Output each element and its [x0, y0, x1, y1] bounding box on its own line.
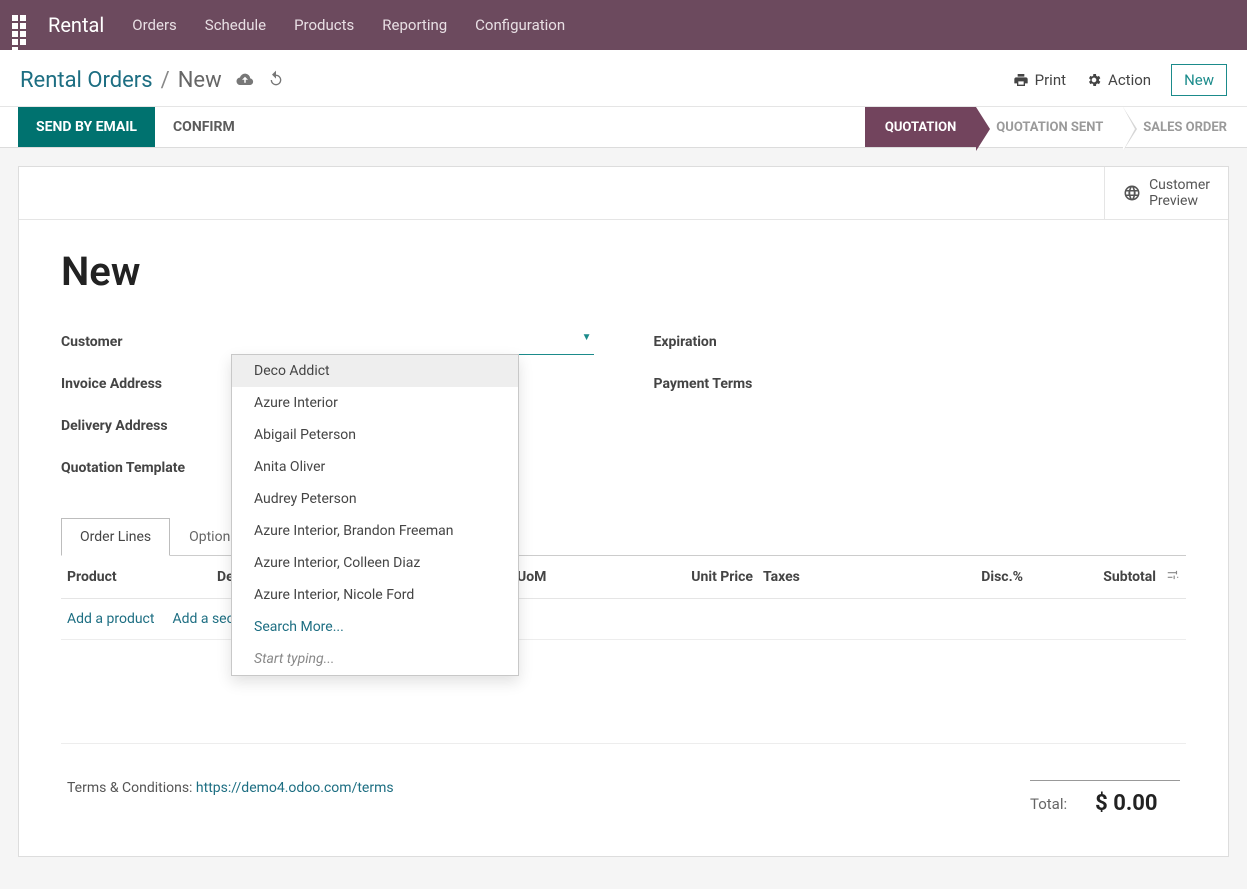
terms-link[interactable]: https://demo4.odoo.com/terms — [196, 780, 394, 796]
printer-icon — [1013, 72, 1029, 88]
customer-dropdown: Deco Addict Azure Interior Abigail Peter… — [231, 354, 519, 676]
status-step-sales-order[interactable]: SALES ORDER — [1123, 107, 1247, 147]
th-subtotal: Subtotal — [1023, 569, 1156, 585]
status-bar: SEND BY EMAIL CONFIRM QUOTATION QUOTATIO… — [0, 106, 1247, 148]
page-title: New — [61, 248, 1186, 295]
order-lines-header: Product Description UoM Unit Price Taxes… — [61, 556, 1186, 599]
terms-and-conditions: Terms & Conditions: https://demo4.odoo.c… — [67, 780, 394, 796]
menu-item-configuration[interactable]: Configuration — [475, 16, 565, 34]
header-actions: Print Action New — [1013, 64, 1227, 96]
tabs: Order Lines Optional Products Other Info — [61, 517, 1186, 556]
total-label: Total: — [1030, 795, 1067, 813]
action-button[interactable]: Action — [1086, 71, 1151, 89]
quotation-template-label: Quotation Template — [61, 460, 231, 476]
payment-terms-label: Payment Terms — [654, 376, 824, 392]
dropdown-option[interactable]: Azure Interior, Nicole Ford — [232, 579, 518, 611]
breadcrumb: Rental Orders / New — [20, 68, 284, 93]
dropdown-search-more[interactable]: Search More... — [232, 611, 518, 643]
optional-columns-icon[interactable] — [1156, 568, 1180, 586]
add-product-link[interactable]: Add a product — [67, 611, 154, 627]
dropdown-option[interactable]: Azure Interior — [232, 387, 518, 419]
confirm-button[interactable]: CONFIRM — [155, 107, 253, 147]
th-product: Product — [67, 569, 217, 585]
th-unit-price: Unit Price — [667, 569, 753, 585]
dropdown-option[interactable]: Azure Interior, Colleen Diaz — [232, 547, 518, 579]
breadcrumb-current: New — [178, 68, 222, 93]
breadcrumb-separator: / — [161, 68, 170, 93]
breadcrumb-link[interactable]: Rental Orders — [20, 68, 153, 93]
discard-icon[interactable] — [268, 70, 284, 90]
dropdown-option[interactable]: Anita Oliver — [232, 451, 518, 483]
send-by-email-button[interactable]: SEND BY EMAIL — [18, 107, 155, 147]
customer-input[interactable] — [231, 330, 594, 355]
th-taxes: Taxes — [753, 569, 953, 585]
status-step-quotation[interactable]: QUOTATION — [865, 107, 976, 147]
total-amount: $ 0.00 — [1095, 791, 1157, 816]
dropdown-option[interactable]: Deco Addict — [232, 355, 518, 387]
menu-item-products[interactable]: Products — [294, 16, 354, 34]
globe-icon — [1123, 184, 1141, 202]
status-steps: QUOTATION QUOTATION SENT SALES ORDER — [865, 107, 1247, 147]
status-step-quotation-sent[interactable]: QUOTATION SENT — [976, 107, 1123, 147]
th-uom: UoM — [517, 569, 667, 585]
app-brand[interactable]: Rental — [48, 13, 104, 37]
new-record-button[interactable]: New — [1171, 64, 1227, 96]
invoice-address-label: Invoice Address — [61, 376, 231, 392]
cloud-save-icon[interactable] — [236, 71, 254, 90]
top-nav: Rental Orders Schedule Products Reportin… — [0, 0, 1247, 50]
order-lines-empty — [61, 640, 1186, 744]
tab-order-lines[interactable]: Order Lines — [61, 518, 170, 556]
dropdown-start-typing[interactable]: Start typing... — [232, 643, 518, 675]
breadcrumb-row: Rental Orders / New Print Action New — [0, 50, 1247, 106]
form-sheet: Customer Preview New Customer ▼ Deco Add… — [18, 166, 1229, 857]
menu-item-orders[interactable]: Orders — [132, 16, 177, 34]
top-menu: Orders Schedule Products Reporting Confi… — [132, 16, 565, 34]
gear-icon — [1086, 72, 1102, 88]
menu-item-schedule[interactable]: Schedule — [205, 16, 266, 34]
apps-grid-icon[interactable] — [10, 13, 34, 37]
menu-item-reporting[interactable]: Reporting — [382, 16, 447, 34]
customer-label: Customer — [61, 334, 231, 350]
order-lines-add-row: Add a product Add a section Add a note — [61, 599, 1186, 640]
total-line: Total: $ 0.00 — [1030, 780, 1180, 816]
dropdown-option[interactable]: Audrey Peterson — [232, 483, 518, 515]
dropdown-option[interactable]: Abigail Peterson — [232, 419, 518, 451]
expiration-label: Expiration — [654, 334, 824, 350]
delivery-address-label: Delivery Address — [61, 418, 231, 434]
customer-preview-button[interactable]: Customer Preview — [1104, 167, 1228, 219]
th-disc: Disc.% — [953, 569, 1023, 585]
dropdown-option[interactable]: Azure Interior, Brandon Freeman — [232, 515, 518, 547]
print-button[interactable]: Print — [1013, 71, 1066, 89]
